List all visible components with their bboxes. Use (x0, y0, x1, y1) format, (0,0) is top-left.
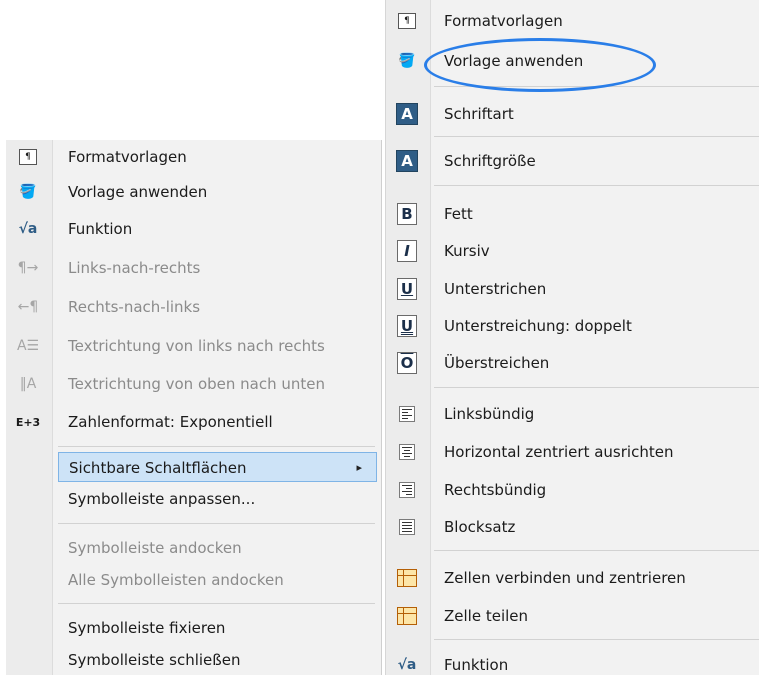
bold-icon: B (396, 203, 418, 225)
menu-item-symbolleiste-andocken[interactable]: Symbolleiste andocken (6, 533, 381, 563)
split-cell-icon (396, 606, 418, 626)
menu-item-label: Unterstreichung: doppelt (444, 317, 632, 335)
menu-item-rechts-nach-links[interactable]: ←¶ Rechts-nach-links (6, 292, 381, 322)
menu-item-label: Rechtsbündig (444, 481, 547, 499)
align-center-icon (396, 442, 418, 462)
menu-item-symbolleiste-anpassen[interactable]: Symbolleiste anpassen... (6, 484, 381, 514)
menu-separator (434, 639, 759, 640)
menu-item-label: Überstreichen (444, 354, 550, 372)
menu-item-ueberstreichen[interactable]: O Überstreichen (386, 348, 759, 378)
menu-item-horizontal-zentriert[interactable]: Horizontal zentriert ausrichten (386, 437, 759, 467)
menu-item-label: Textrichtung von links nach rechts (68, 337, 325, 355)
menu-item-label: Symbolleiste andocken (68, 539, 242, 557)
menu-item-label: Blocksatz (444, 518, 516, 536)
text-direction-ltr-icon: A☰ (16, 338, 40, 354)
double-underline-icon: U (396, 315, 418, 337)
ltr-paragraph-icon: ¶→ (17, 260, 39, 276)
menu-separator (434, 185, 759, 186)
menu-item-blocksatz[interactable]: Blocksatz (386, 512, 759, 542)
menu-item-formatvorlagen[interactable]: ¶ Formatvorlagen (6, 142, 381, 172)
font-name-icon: A (396, 103, 418, 125)
menu-item-label: Funktion (444, 656, 509, 674)
menu-item-symbolleiste-schliessen[interactable]: Symbolleiste schließen (6, 645, 381, 675)
menu-item-unterstreichung-doppelt[interactable]: U Unterstreichung: doppelt (386, 311, 759, 341)
underline-icon: U (396, 278, 418, 300)
menu-item-links-nach-rechts[interactable]: ¶→ Links-nach-rechts (6, 253, 381, 283)
menu-item-label: Kursiv (444, 242, 490, 260)
function-icon: √a (397, 657, 417, 673)
menu-item-label: Textrichtung von oben nach unten (68, 375, 325, 393)
menu-separator (58, 523, 375, 524)
toolbar-context-menu: ¶ Formatvorlagen 🪣 Vorlage anwenden √a F… (6, 140, 382, 675)
menu-item-label: Schriftart (444, 105, 514, 123)
font-size-icon: A (396, 150, 418, 172)
menu-item-sichtbare-schaltflaechen[interactable]: Sichtbare Schaltflächen ▸ (58, 452, 377, 482)
menu-item-label: Funktion (68, 220, 133, 238)
menu-item-zahlenformat-exponentiell[interactable]: E+3 Zahlenformat: Exponentiell (6, 407, 381, 437)
rtl-paragraph-icon: ←¶ (17, 299, 39, 315)
text-direction-ttb-icon: ‖A (19, 376, 37, 392)
highlight-ellipse-annotation (424, 38, 656, 92)
menu-item-label: Formatvorlagen (444, 12, 563, 30)
menu-item-label: Zahlenformat: Exponentiell (68, 413, 273, 431)
exponential-format-icon: E+3 (15, 415, 41, 429)
function-icon: √a (18, 221, 38, 237)
menu-separator (58, 603, 375, 604)
menu-item-schriftart[interactable]: A Schriftart (386, 99, 759, 129)
paint-bucket-icon: 🪣 (398, 53, 416, 69)
menu-item-schriftgroesse[interactable]: A Schriftgröße (386, 146, 759, 176)
menu-separator (434, 136, 759, 137)
menu-item-textrichtung-lr[interactable]: A☰ Textrichtung von links nach rechts (6, 331, 381, 361)
menu-item-label: Formatvorlagen (68, 148, 187, 166)
overline-icon: O (396, 352, 418, 374)
italic-icon: I (396, 240, 418, 262)
menu-item-funktion[interactable]: √a Funktion (386, 650, 759, 680)
align-left-icon (396, 404, 418, 424)
menu-item-label: Linksbündig (444, 405, 535, 423)
menu-item-label: Zellen verbinden und zentrieren (444, 569, 686, 587)
menu-item-linksbuendig[interactable]: Linksbündig (386, 399, 759, 429)
menu-item-label: Rechts-nach-links (68, 298, 201, 316)
menu-item-zelle-teilen[interactable]: Zelle teilen (386, 601, 759, 631)
menu-item-label: Sichtbare Schaltflächen (69, 459, 247, 477)
menu-item-kursiv[interactable]: I Kursiv (386, 236, 759, 266)
merge-cells-icon (396, 568, 418, 588)
paint-bucket-icon: 🪣 (19, 184, 37, 200)
justify-icon (396, 517, 418, 537)
menu-item-label: Unterstrichen (444, 280, 547, 298)
menu-separator (434, 550, 759, 551)
menu-item-label: Alle Symbolleisten andocken (68, 571, 284, 589)
menu-item-symbolleiste-fixieren[interactable]: Symbolleiste fixieren (6, 613, 381, 643)
menu-item-zellen-verbinden[interactable]: Zellen verbinden und zentrieren (386, 563, 759, 593)
menu-item-unterstrichen[interactable]: U Unterstrichen (386, 274, 759, 304)
menu-item-formatvorlagen[interactable]: ¶ Formatvorlagen (386, 6, 759, 36)
menu-item-rechtsbuendig[interactable]: Rechtsbündig (386, 475, 759, 505)
styles-icon: ¶ (17, 147, 39, 167)
menu-item-label: Fett (444, 205, 473, 223)
submenu-arrow-icon: ▸ (356, 461, 362, 474)
menu-separator (434, 387, 759, 388)
menu-item-funktion[interactable]: √a Funktion (6, 214, 381, 244)
menu-item-label: Symbolleiste schließen (68, 651, 241, 669)
menu-item-label: Horizontal zentriert ausrichten (444, 443, 674, 461)
menu-item-label: Links-nach-rechts (68, 259, 201, 277)
menu-separator (58, 446, 375, 447)
align-right-icon (396, 480, 418, 500)
menu-item-fett[interactable]: B Fett (386, 199, 759, 229)
menu-item-alle-symbolleisten-andocken[interactable]: Alle Symbolleisten andocken (6, 565, 381, 595)
menu-item-label: Zelle teilen (444, 607, 529, 625)
menu-item-label: Symbolleiste fixieren (68, 619, 226, 637)
visible-buttons-submenu: ¶ Formatvorlagen 🪣 Vorlage anwenden A Sc… (385, 0, 759, 675)
menu-item-textrichtung-ou[interactable]: ‖A Textrichtung von oben nach unten (6, 369, 381, 399)
styles-icon: ¶ (396, 11, 418, 31)
menu-item-label: Schriftgröße (444, 152, 536, 170)
menu-item-label: Symbolleiste anpassen... (68, 490, 256, 508)
menu-item-label: Vorlage anwenden (68, 183, 208, 201)
menu-item-vorlage-anwenden[interactable]: 🪣 Vorlage anwenden (6, 177, 381, 207)
